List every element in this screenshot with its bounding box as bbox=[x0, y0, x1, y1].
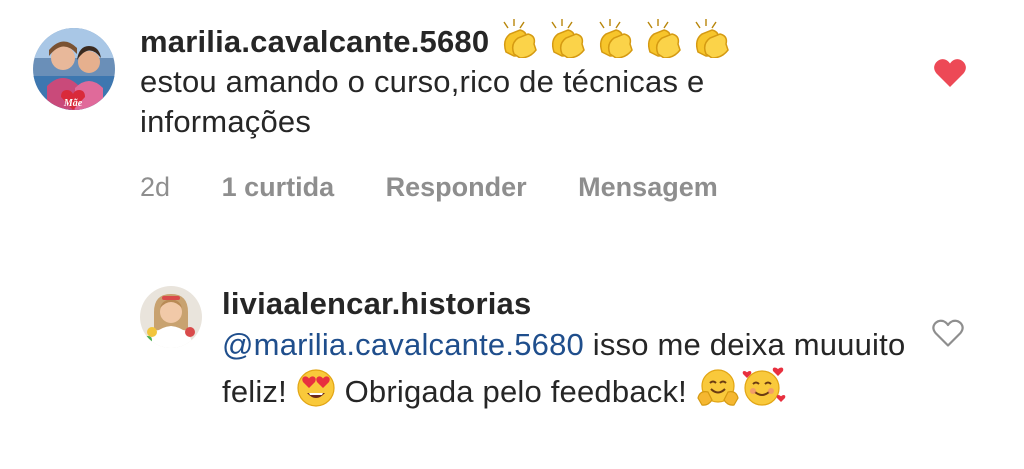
username-emojis bbox=[498, 19, 738, 59]
comment-username-line: marilia.cavalcante.5680 bbox=[140, 18, 900, 62]
comment-text-part: Obrigada pelo feedback! bbox=[335, 374, 696, 409]
clapping-hands-emoji-icon bbox=[546, 18, 594, 58]
like-heart-outline-icon[interactable] bbox=[931, 318, 965, 353]
avatar[interactable] bbox=[140, 286, 202, 348]
likes-count-link[interactable]: 1 curtida bbox=[222, 172, 335, 203]
avatar-badge-text: Mãe bbox=[63, 98, 83, 109]
reply-comment: liviaalencar.historias @marilia.cavalcan… bbox=[0, 270, 1024, 469]
comment: Mãe marilia.cavalcante.5680 estou amando… bbox=[0, 0, 1024, 230]
like-heart-filled-icon[interactable] bbox=[933, 58, 967, 93]
avatar[interactable]: Mãe bbox=[33, 28, 115, 110]
heart-eyes-emoji-icon bbox=[296, 368, 336, 408]
mention-link[interactable]: @marilia.cavalcante.5680 bbox=[222, 327, 584, 362]
reply-button[interactable]: Responder bbox=[386, 172, 527, 203]
comment-text: estou amando o curso,rico de técnicas e … bbox=[140, 64, 705, 139]
smiling-face-with-hearts-emoji-icon bbox=[740, 366, 786, 408]
comment-body: liviaalencar.historias @marilia.cavalcan… bbox=[222, 284, 922, 413]
clapping-hands-emoji-icon bbox=[690, 18, 738, 58]
clapping-hands-emoji-icon bbox=[594, 18, 642, 58]
username[interactable]: liviaalencar.historias bbox=[222, 284, 922, 324]
timestamp: 2d bbox=[140, 172, 171, 202]
hugging-face-emoji-icon bbox=[696, 368, 740, 408]
clapping-hands-emoji-icon bbox=[642, 18, 690, 58]
comment-body: marilia.cavalcante.5680 estou amando o c… bbox=[140, 18, 900, 142]
avatar-image: Mãe bbox=[33, 28, 115, 110]
comment-text: @marilia.cavalcante.5680 isso me deixa m… bbox=[222, 324, 922, 413]
clapping-hands-emoji-icon bbox=[498, 18, 546, 58]
username[interactable]: marilia.cavalcante.5680 bbox=[140, 24, 489, 59]
comment-meta: 2d 1 curtida Responder Mensagem bbox=[140, 172, 718, 203]
avatar-image bbox=[140, 286, 202, 348]
message-button[interactable]: Mensagem bbox=[578, 172, 718, 203]
